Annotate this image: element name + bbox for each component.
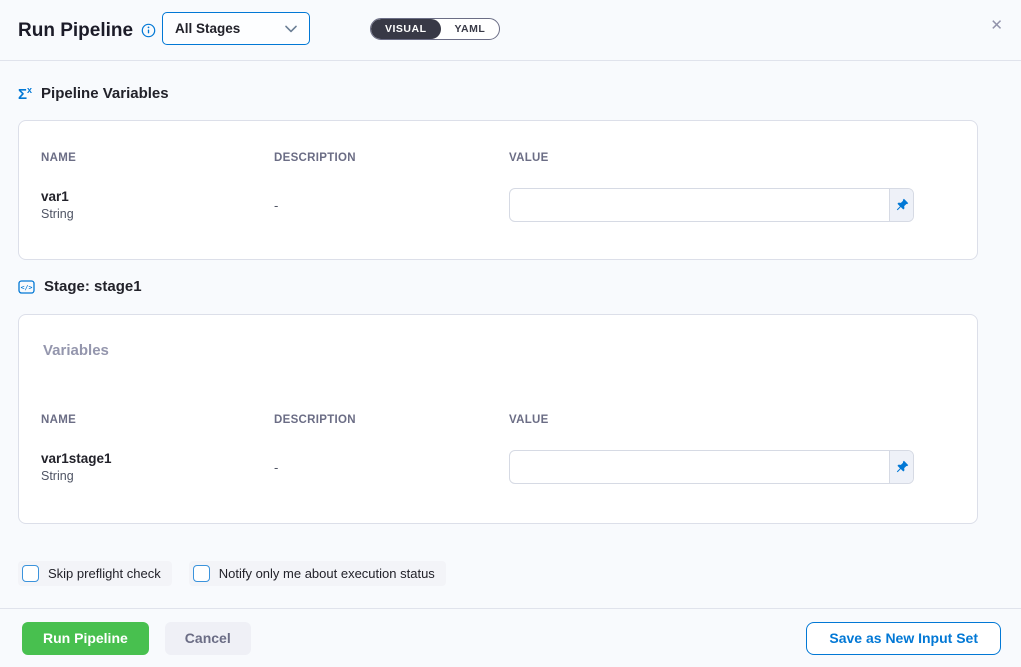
stage-title: Stage: stage1 <box>44 278 142 295</box>
sigma-variables-icon: Σx <box>18 86 32 102</box>
run-pipeline-button[interactable]: Run Pipeline <box>22 622 149 655</box>
close-icon[interactable]: ✕ <box>982 13 1011 38</box>
variable-name-cell: var1 String <box>41 189 274 221</box>
pipeline-variables-card: NAME DESCRIPTION VALUE var1 String - <box>18 120 978 260</box>
notify-me-checkbox[interactable] <box>193 565 210 582</box>
variable-description: - <box>274 198 509 213</box>
variable-name-cell: var1stage1 String <box>41 451 274 483</box>
stage-selector-value: All Stages <box>175 21 240 36</box>
notify-me-label: Notify only me about execution status <box>219 566 435 581</box>
page-title: Run Pipeline <box>18 20 133 42</box>
column-header-value: VALUE <box>509 152 953 164</box>
dialog-footer: Run Pipeline Cancel Save as New Input Se… <box>0 608 1021 667</box>
stage-heading: </> Stage: stage1 <box>18 278 142 295</box>
table-row: var1 String - <box>41 188 953 222</box>
pipeline-variables-title: Pipeline Variables <box>41 85 169 102</box>
skip-preflight-checkbox[interactable] <box>22 565 39 582</box>
table-row: var1stage1 String - <box>41 450 953 484</box>
visual-yaml-toggle: VISUAL YAML <box>370 18 500 40</box>
column-header-description: DESCRIPTION <box>274 152 509 164</box>
pipeline-variables-heading: Σx Pipeline Variables <box>18 85 169 102</box>
chevron-down-icon <box>285 25 297 33</box>
dialog-header: Run Pipeline All Stages VISUAL YAML ✕ <box>0 0 1021 61</box>
notify-me-option[interactable]: Notify only me about execution status <box>189 561 446 586</box>
run-pipeline-dialog: Run Pipeline All Stages VISUAL YAML ✕ <box>0 0 1021 667</box>
execution-options: Skip preflight check Notify only me abou… <box>18 561 446 586</box>
save-as-new-input-set-button[interactable]: Save as New Input Set <box>806 622 1001 655</box>
variable-type: String <box>41 207 274 221</box>
variable-name: var1 <box>41 189 274 204</box>
table-header-row: NAME DESCRIPTION VALUE <box>41 414 953 426</box>
stage-variables-table: NAME DESCRIPTION VALUE var1stage1 String… <box>41 414 953 484</box>
variable-name: var1stage1 <box>41 451 274 466</box>
stage-variables-card: Variables NAME DESCRIPTION VALUE var1sta… <box>18 314 978 524</box>
svg-text:</>: </> <box>21 283 33 291</box>
pin-icon[interactable] <box>889 189 913 221</box>
variable-value-group <box>509 450 914 484</box>
cancel-button[interactable]: Cancel <box>165 622 251 655</box>
skip-preflight-option[interactable]: Skip preflight check <box>18 561 172 586</box>
column-header-name: NAME <box>41 152 274 164</box>
column-header-description: DESCRIPTION <box>274 414 509 426</box>
tab-visual[interactable]: VISUAL <box>371 19 441 39</box>
info-icon[interactable] <box>141 23 156 38</box>
variable-value-input[interactable] <box>510 189 889 221</box>
variable-description: - <box>274 460 509 475</box>
stage-icon: </> <box>18 279 35 295</box>
stage-selector-dropdown[interactable]: All Stages <box>162 12 310 45</box>
skip-preflight-label: Skip preflight check <box>48 566 161 581</box>
column-header-name: NAME <box>41 414 274 426</box>
column-header-value: VALUE <box>509 414 953 426</box>
variable-value-input[interactable] <box>510 451 889 483</box>
stage-card-title: Variables <box>43 342 109 359</box>
tab-yaml[interactable]: YAML <box>441 19 500 39</box>
pipeline-variables-table: NAME DESCRIPTION VALUE var1 String - <box>41 152 953 222</box>
variable-type: String <box>41 469 274 483</box>
variable-value-group <box>509 188 914 222</box>
pin-icon[interactable] <box>889 451 913 483</box>
table-header-row: NAME DESCRIPTION VALUE <box>41 152 953 164</box>
